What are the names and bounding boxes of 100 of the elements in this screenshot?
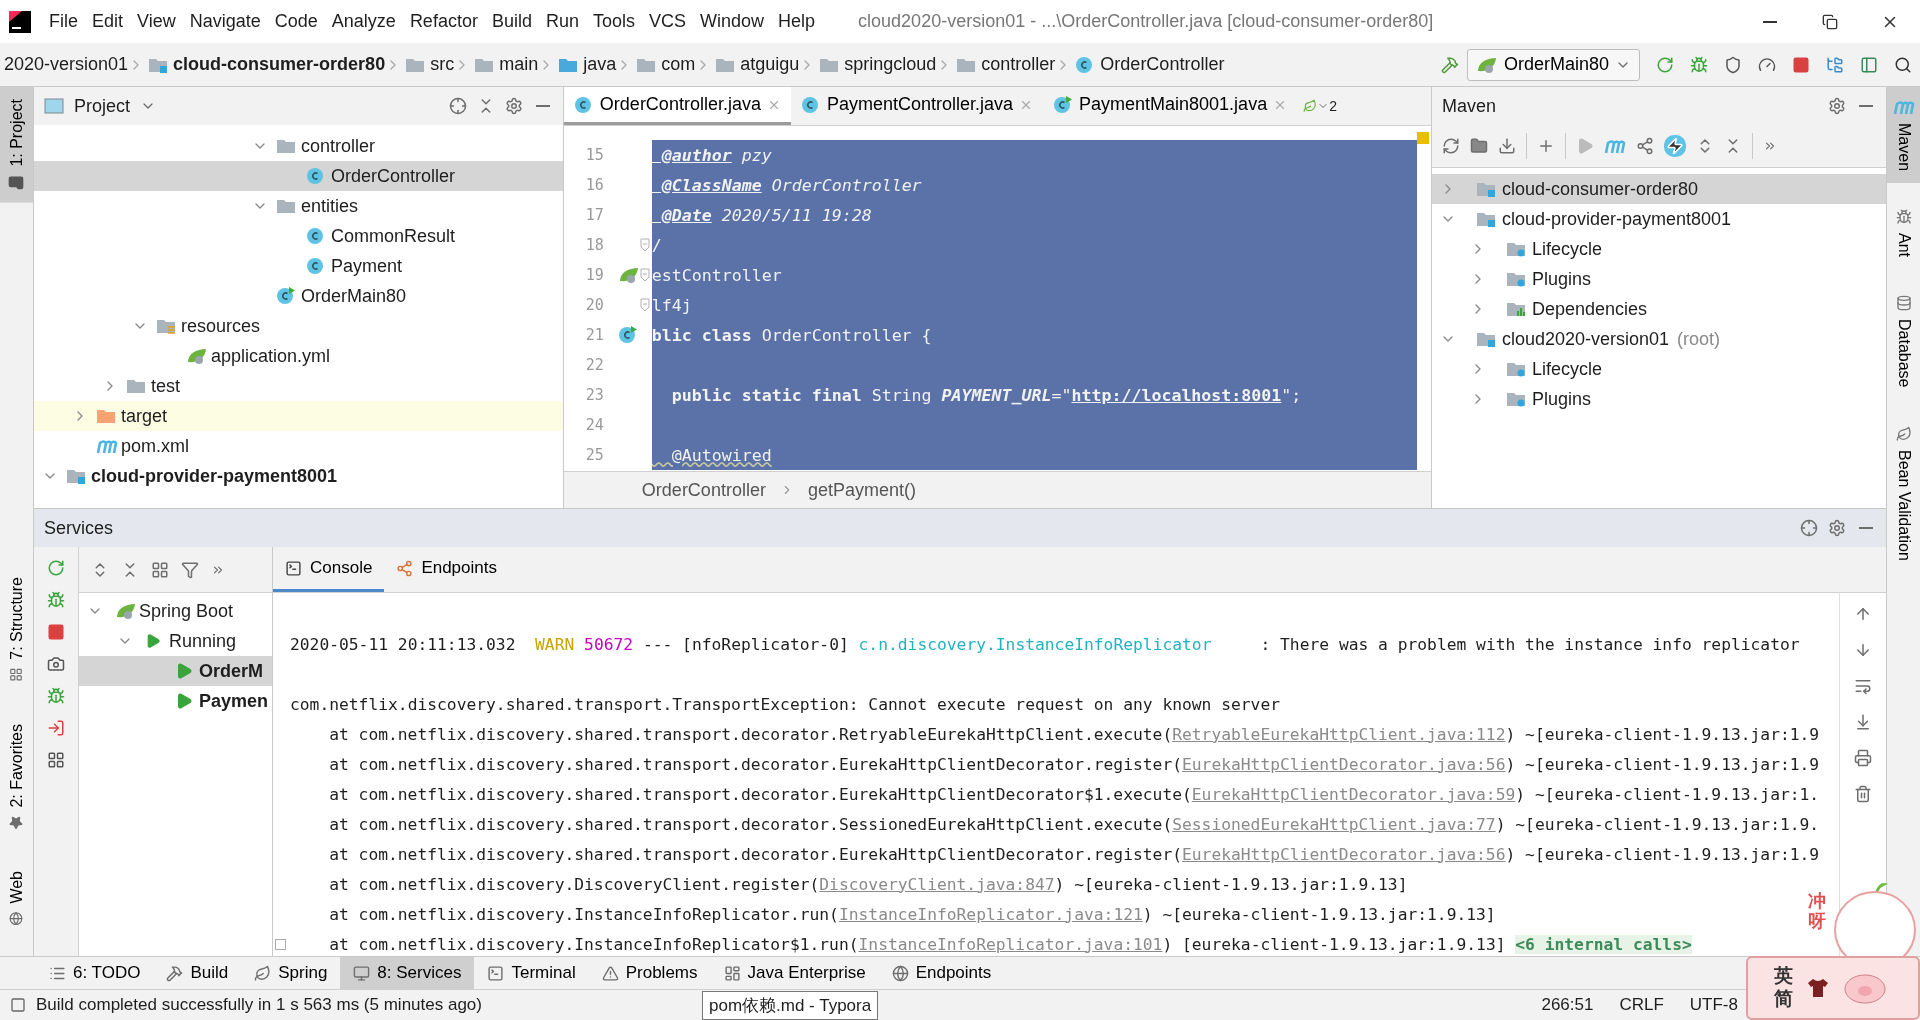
tree-item[interactable]: Payment bbox=[34, 251, 563, 281]
tool-window-tab[interactable]: 2: Favorites bbox=[0, 711, 33, 842]
group-icon[interactable] bbox=[151, 560, 169, 579]
fold-marker-icon[interactable] bbox=[639, 268, 650, 282]
breadcrumb[interactable]: OrderController bbox=[1071, 54, 1225, 75]
encoding[interactable]: UTF-8 bbox=[1689, 995, 1738, 1015]
tool-window-tab[interactable]: 1: Project bbox=[0, 87, 33, 203]
lightning-icon[interactable] bbox=[1664, 135, 1686, 157]
internal-calls-fold[interactable]: <6 internal calls> bbox=[1515, 934, 1692, 954]
breadcrumb[interactable]: com bbox=[632, 54, 696, 75]
breadcrumb[interactable]: java bbox=[554, 54, 617, 75]
tree-item[interactable]: Plugins bbox=[1432, 264, 1886, 294]
breadcrumb[interactable]: OrderController bbox=[641, 479, 766, 501]
tree-item[interactable]: Lifecycle bbox=[1432, 354, 1886, 384]
trash-icon[interactable] bbox=[1854, 785, 1872, 803]
tree-item[interactable]: pom.xml bbox=[34, 431, 563, 461]
tree-item[interactable]: cloud-provider-payment8001 bbox=[1432, 204, 1886, 234]
input-method-widget[interactable]: 英 简 bbox=[1746, 956, 1920, 1020]
rerun-icon[interactable] bbox=[47, 559, 65, 577]
settings-icon[interactable] bbox=[1828, 519, 1846, 537]
tree-item[interactable]: target bbox=[34, 401, 563, 431]
bug-icon[interactable] bbox=[47, 687, 65, 705]
settings-icon[interactable] bbox=[504, 97, 523, 115]
tree-item[interactable]: OrderM bbox=[79, 656, 272, 686]
tree-item[interactable]: entities bbox=[34, 191, 563, 221]
tool-window-tab[interactable]: Ant bbox=[1887, 197, 1920, 270]
tool-window-tab[interactable]: Maven bbox=[1887, 87, 1920, 184]
tree-item[interactable]: OrderController bbox=[34, 161, 563, 191]
source-link[interactable]: RetryableEurekaHttpClient.java:112 bbox=[1172, 724, 1506, 744]
settings-icon[interactable] bbox=[1828, 97, 1846, 115]
tree-item[interactable]: controller bbox=[34, 131, 563, 161]
folder-icon[interactable] bbox=[1470, 137, 1488, 155]
menu-item[interactable]: Analyze bbox=[324, 11, 403, 32]
reload-icon[interactable] bbox=[1442, 137, 1460, 155]
tool-window-tab[interactable]: Spring bbox=[241, 957, 341, 989]
console-tab[interactable]: Console bbox=[273, 547, 385, 592]
fold-marker-icon[interactable] bbox=[639, 298, 650, 312]
tool-window-tab[interactable]: Build bbox=[153, 957, 242, 989]
tree-item[interactable]: cloud-consumer-order80 bbox=[1432, 174, 1886, 204]
print-icon[interactable] bbox=[1854, 749, 1872, 767]
tree-item[interactable]: resources bbox=[34, 311, 563, 341]
source-link[interactable]: SessionedEurekaHttpClient.java:77 bbox=[1172, 814, 1496, 834]
wrap-icon[interactable] bbox=[1854, 677, 1872, 695]
add-icon[interactable] bbox=[1537, 137, 1555, 155]
editor-tab[interactable]: PaymentController.java bbox=[790, 87, 1044, 125]
tree-item[interactable]: Paymen bbox=[79, 686, 272, 716]
tool-window-tab[interactable]: Bean Validation bbox=[1887, 413, 1920, 573]
editor-tab[interactable]: PaymentMain8001.java bbox=[1043, 87, 1298, 125]
breadcrumb[interactable]: src bbox=[401, 54, 455, 75]
tree-item[interactable]: test bbox=[34, 371, 563, 401]
menu-item[interactable]: VCS bbox=[642, 11, 693, 32]
hammer-icon[interactable] bbox=[1440, 55, 1459, 74]
tree-item[interactable]: cloud-provider-payment8001 bbox=[34, 461, 563, 491]
menu-item[interactable]: Tools bbox=[585, 11, 642, 32]
cursor-position[interactable]: 266:51 bbox=[1541, 995, 1594, 1015]
editor-tab[interactable]: OrderController.java bbox=[563, 87, 791, 125]
fold-icon[interactable] bbox=[275, 938, 286, 950]
breadcrumb[interactable]: cloud-consumer-order80 bbox=[144, 54, 386, 75]
tree-item[interactable]: cloud2020-version01 (root) bbox=[1432, 324, 1886, 354]
tool-window-tab[interactable]: 7: Structure bbox=[0, 565, 33, 694]
tool-window-tab[interactable]: Web bbox=[0, 859, 33, 938]
tool-window-tab[interactable]: Endpoints bbox=[878, 957, 1005, 989]
layout-icon[interactable] bbox=[47, 751, 65, 769]
menu-item[interactable]: Navigate bbox=[182, 11, 268, 32]
up-icon[interactable] bbox=[1854, 605, 1872, 623]
menu-item[interactable]: Code bbox=[267, 11, 325, 32]
tool-window-tab[interactable]: Java Enterprise bbox=[710, 957, 879, 989]
bug-icon[interactable] bbox=[47, 591, 65, 609]
import-icon[interactable] bbox=[47, 719, 65, 737]
menu-item[interactable]: File bbox=[42, 11, 85, 32]
tree-item[interactable]: Dependencies bbox=[1432, 294, 1886, 324]
tree-item[interactable]: application.yml bbox=[34, 341, 563, 371]
tool-window-tab[interactable]: 8: Services bbox=[340, 957, 475, 989]
tree-item[interactable]: Spring Boot bbox=[79, 596, 272, 626]
tool-window-tab[interactable]: 6: TODO bbox=[36, 957, 154, 989]
download-icon[interactable] bbox=[1498, 137, 1516, 155]
menu-item[interactable]: Run bbox=[538, 11, 586, 32]
fold-marker-icon[interactable] bbox=[639, 238, 650, 252]
tree-item[interactable]: Plugins bbox=[1432, 384, 1886, 414]
locate-icon[interactable] bbox=[448, 97, 467, 115]
more-tabs-button[interactable]: 2 bbox=[1303, 87, 1337, 125]
locate-icon[interactable] bbox=[1800, 519, 1818, 537]
line-separator[interactable]: CRLF bbox=[1619, 995, 1664, 1015]
run-configuration-dropdown[interactable]: OrderMain80 bbox=[1466, 48, 1640, 81]
breadcrumb[interactable]: getPayment() bbox=[807, 479, 916, 501]
tree-item[interactable]: Running bbox=[79, 626, 272, 656]
menu-item[interactable]: Refactor bbox=[402, 11, 485, 32]
breadcrumb[interactable]: main bbox=[470, 54, 539, 75]
breadcrumb[interactable]: controller bbox=[952, 54, 1056, 75]
menu-item[interactable]: Window bbox=[693, 11, 772, 32]
tool-window-tab[interactable]: Terminal bbox=[474, 957, 589, 989]
scroll-to-end-icon[interactable] bbox=[1854, 713, 1872, 731]
tree-item[interactable]: OrderMain80 bbox=[34, 281, 563, 311]
breadcrumb[interactable]: 2020-version01 bbox=[0, 54, 129, 75]
stop-icon[interactable] bbox=[47, 623, 65, 641]
source-link[interactable]: InstanceInfoReplicator.java:101 bbox=[858, 934, 1163, 954]
tool-window-tab[interactable]: Database bbox=[1887, 283, 1920, 400]
source-link[interactable]: DiscoveryClient.java:847 bbox=[819, 874, 1055, 894]
console-tab[interactable]: Endpoints bbox=[384, 547, 509, 592]
menu-item[interactable]: View bbox=[130, 11, 183, 32]
